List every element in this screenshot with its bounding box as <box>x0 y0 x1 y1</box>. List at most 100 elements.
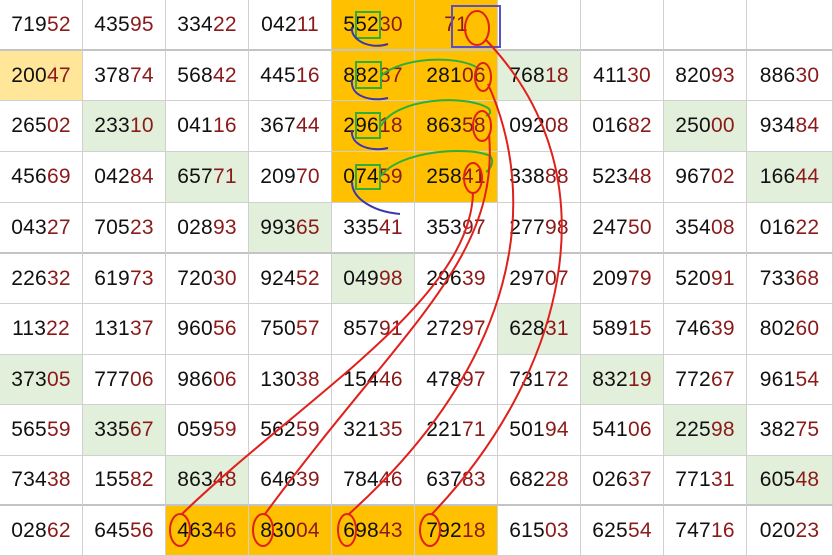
cell-suffix: 62 <box>46 518 71 542</box>
cell-prefix: 625 <box>592 518 628 542</box>
grid-cell: 863 48 <box>166 456 249 506</box>
cell-prefix: 967 <box>675 165 711 188</box>
cell-suffix: 37 <box>129 317 154 340</box>
cell-prefix: 986 <box>177 367 213 391</box>
cell-prefix: 820 <box>675 63 711 87</box>
grid-cell: 646 39 <box>249 456 332 506</box>
cell-prefix: 334 <box>177 12 213 36</box>
cell-suffix: 38 <box>295 367 320 391</box>
cell-prefix: 857 <box>343 317 379 340</box>
cell-prefix: 615 <box>509 518 545 542</box>
grid-cell: 478 97 <box>415 355 498 405</box>
grid-cell: 353 97 <box>415 203 498 254</box>
cell-suffix: 98 <box>710 418 735 441</box>
cell-suffix: 59 <box>378 165 403 188</box>
cell-suffix: 67 <box>710 367 735 391</box>
cell-suffix: 74 <box>129 63 154 87</box>
grid-cell: 682 28 <box>498 456 581 506</box>
grid-cell: 830 04 <box>249 506 332 556</box>
cell-suffix: 82 <box>129 468 154 491</box>
cell-suffix: 91 <box>378 317 403 340</box>
grid-cell: 565 59 <box>0 405 83 456</box>
cell-prefix: 523 <box>592 165 628 188</box>
cell-prefix: 378 <box>94 63 130 87</box>
grid-cell: 628 31 <box>498 304 581 355</box>
grid-cell: 074 59 <box>332 152 415 203</box>
cell-prefix: 225 <box>675 418 711 441</box>
grid-cell: 605 48 <box>747 456 833 506</box>
grid-cell: 645 56 <box>83 506 166 556</box>
cell-prefix: 297 <box>509 266 545 290</box>
cell-prefix: 353 <box>426 215 462 239</box>
grid-cell: 934 84 <box>747 101 833 152</box>
cell-suffix: 97 <box>461 215 486 239</box>
cell-prefix: 605 <box>759 468 796 491</box>
grid-cell: 993 65 <box>249 203 332 254</box>
cell-suffix: 95 <box>129 12 154 36</box>
cell-suffix: 60 <box>795 317 820 340</box>
cell-suffix: 54 <box>627 518 652 542</box>
cell-prefix: 367 <box>260 114 296 137</box>
cell-suffix: 46 <box>378 468 403 491</box>
cell-prefix: 637 <box>426 468 462 491</box>
cell-suffix: 93 <box>212 215 237 239</box>
grid-cell: 028 62 <box>0 506 83 556</box>
grid-cell: 720 30 <box>166 254 249 304</box>
grid-cell: 568 42 <box>166 51 249 101</box>
cell-prefix: 209 <box>260 165 296 188</box>
cell-suffix: 82 <box>627 114 652 137</box>
grid-cell: 747 16 <box>664 506 747 556</box>
cell-suffix: 04 <box>295 518 320 542</box>
cell-prefix: 568 <box>177 63 213 87</box>
grid-cell: 338 88 <box>498 152 581 203</box>
cell-suffix: 23 <box>795 518 820 542</box>
cell-suffix: 06 <box>461 63 486 87</box>
cell-prefix: 832 <box>592 367 628 391</box>
grid-cell: 367 44 <box>249 101 332 152</box>
cell-prefix: 247 <box>592 215 628 239</box>
grid-cell: 016 22 <box>747 203 833 254</box>
grid-cell: 277 98 <box>498 203 581 254</box>
cell-suffix: 02 <box>710 165 735 188</box>
grid-cell: 113 22 <box>0 304 83 355</box>
cell-suffix: 03 <box>544 518 569 542</box>
cell-suffix: 42 <box>212 63 237 87</box>
cell-suffix: 16 <box>710 518 735 542</box>
cell-suffix: 06 <box>129 367 154 391</box>
cell-suffix: 65 <box>295 215 320 239</box>
cell-suffix: 68 <box>795 266 820 290</box>
grid-cell: 750 57 <box>249 304 332 355</box>
grid-cell: 733 68 <box>747 254 833 304</box>
cell-prefix: 265 <box>11 114 47 137</box>
cell-suffix: 02 <box>46 114 71 137</box>
cell-prefix: 074 <box>343 165 379 188</box>
cell-suffix: 05 <box>46 367 71 391</box>
cell-suffix: 48 <box>212 468 237 491</box>
cell-prefix: 747 <box>675 518 711 542</box>
cell-prefix: 719 <box>11 12 47 36</box>
cell-prefix: 226 <box>11 266 47 290</box>
grid-cell: 200 47 <box>0 51 83 101</box>
cell-suffix: 57 <box>295 317 320 340</box>
cell-prefix: 272 <box>426 317 462 340</box>
cell-suffix: 56 <box>212 317 237 340</box>
grid-cell: 445 16 <box>249 51 332 101</box>
grid-cell: 041 16 <box>166 101 249 152</box>
cell-suffix: 71 <box>461 418 486 441</box>
cell-suffix: 11 <box>296 12 319 36</box>
cell-prefix: 882 <box>343 63 379 87</box>
cell-suffix: 22 <box>212 12 237 36</box>
cell-prefix: 026 <box>592 468 628 491</box>
cell-prefix: 059 <box>177 418 213 441</box>
grid-cell: 042 11 <box>249 0 332 51</box>
cell-prefix: 020 <box>759 518 796 542</box>
grid-cell: 863 58 <box>415 101 498 152</box>
cell-prefix: 562 <box>260 418 296 441</box>
grid-cell: 382 75 <box>747 405 833 456</box>
cell-prefix: 768 <box>509 63 545 87</box>
grid-cell: 625 54 <box>581 506 664 556</box>
cell-suffix: 46 <box>378 367 403 391</box>
cell-prefix: 154 <box>343 367 379 391</box>
cell-suffix: 98 <box>378 266 403 290</box>
grid-cell: 857 91 <box>332 304 415 355</box>
